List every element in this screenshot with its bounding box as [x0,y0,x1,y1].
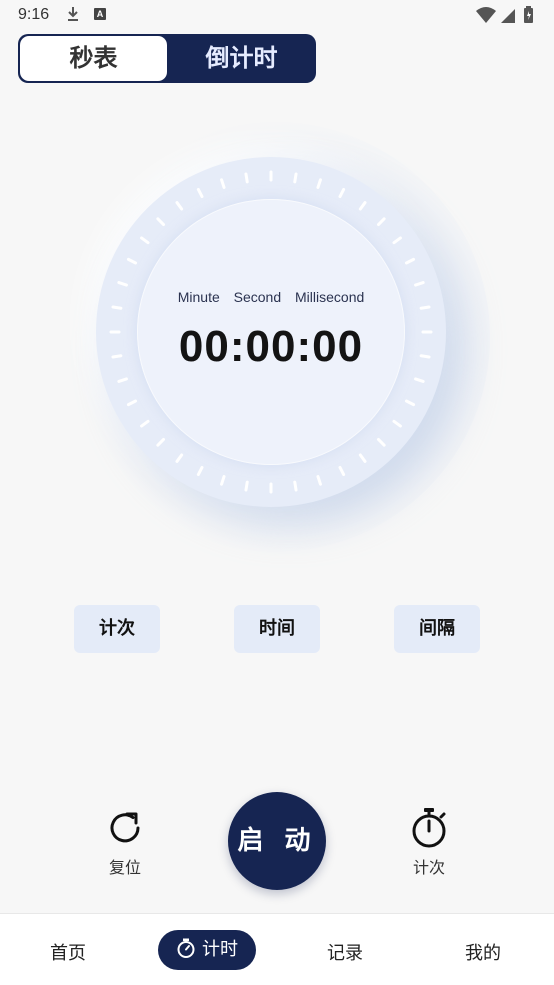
dial-tick [316,178,322,189]
dial-tick [111,305,123,310]
dial-tick [117,281,128,287]
dial-tick [156,437,166,447]
dial-tick [358,201,367,211]
dial-tick [376,437,386,447]
interval-chip-button[interactable]: 间隔 [394,605,480,653]
dial-tick [140,236,150,245]
dial-tick [140,419,150,428]
dial-tick [404,399,416,407]
dial-tick [126,399,138,407]
lap-label: 计次 [412,858,445,877]
dial-tick [220,178,226,189]
dial-tick [156,217,166,227]
dial-tick [175,453,184,463]
nav-item-mine[interactable]: 我的 [465,939,501,965]
dial-tick [126,257,138,265]
dial-tick [392,236,402,245]
refresh-icon [110,812,140,843]
dial-tick [392,419,402,428]
dial-unit-labels: Minute Second Millisecond [137,289,405,305]
dial-tick [376,217,386,227]
bottom-nav: 首页 计时 记录 我的 [0,913,554,985]
dial-tick [196,187,204,199]
label-second: Second [233,289,282,305]
dial-tick [338,465,346,477]
dial-tick [111,354,123,359]
dial-tick [175,201,184,211]
dial-tick [338,187,346,199]
time-display: 00:00:00 [178,322,364,371]
label-millisecond: Millisecond [295,289,365,305]
dial-tick [117,377,128,383]
dial-tick [414,281,425,287]
dial-tick [293,480,298,492]
a-app-icon: A [94,8,106,20]
dial-tick [220,475,226,486]
wifi-icon [476,7,496,23]
download-icon [68,7,78,21]
lap-button[interactable]: 计次 [398,806,460,878]
mode-toggle: 倒计时 秒表 [18,34,316,83]
count-chip-button[interactable]: 计次 [74,605,160,653]
signal-icon [501,9,515,23]
dial-tick [316,475,322,486]
status-bar: 9:16 A [0,0,554,30]
reset-button[interactable]: 复位 [94,808,156,878]
battery-icon [524,6,533,23]
reset-label: 复位 [108,858,141,877]
status-time: 9:16 [18,6,50,23]
dial-tick [196,465,204,477]
tab-countdown[interactable]: 倒计时 [167,34,316,83]
dial-tick [244,172,249,184]
dial-tick [414,377,425,383]
dial-tick [419,354,431,359]
nav-item-timer[interactable]: 计时 [158,930,256,970]
dial-tick [419,305,431,310]
stopwatch-icon [412,808,446,848]
dial-tick [293,172,298,184]
dial-tick [358,453,367,463]
dial-tick [404,257,416,265]
nav-item-records[interactable]: 记录 [327,939,363,965]
label-minute: Minute [177,289,220,305]
timer-icon [177,938,195,958]
dial-tick [244,480,249,492]
nav-item-timer-label: 计时 [202,939,238,960]
nav-item-home[interactable]: 首页 [50,939,86,965]
tab-stopwatch[interactable]: 秒表 [20,36,167,81]
time-chip-button[interactable]: 时间 [234,605,320,653]
start-button[interactable]: 启 动 [228,792,326,890]
status-icons [476,6,533,23]
